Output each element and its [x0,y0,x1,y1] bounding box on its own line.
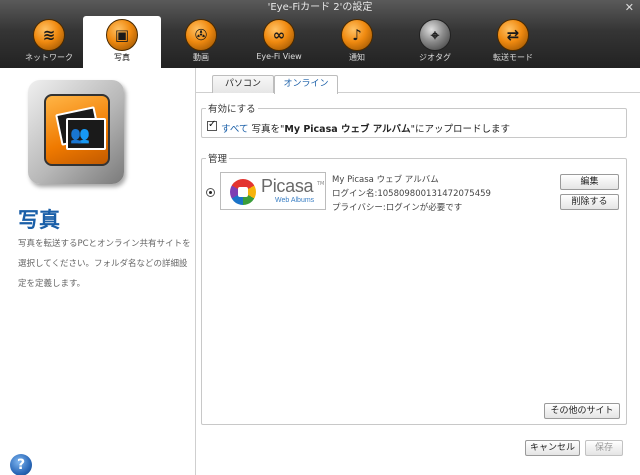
service-login: ログイン名:105809800131472075459 [332,189,491,199]
page-description: 写真を転送するPCとオンライン共有サイトを選択してください。フォルダ名などの詳細… [18,239,191,289]
toolbar-item-label: ネットワーク [25,53,73,62]
binoculars-icon: ∞ [263,19,295,51]
toolbar-item-label: Eye-Fi View [256,52,302,61]
tab-online[interactable]: オンライン [274,75,338,94]
cancel-button[interactable]: キャンセル [525,440,580,456]
all-link[interactable]: すべて [221,124,248,135]
other-sites-button[interactable]: その他のサイト [544,403,620,419]
toolbar-item-video[interactable]: ✇ 動画 [162,16,240,68]
enable-legend: 有効にする [206,101,258,115]
page-title: 写真 [18,208,60,232]
toolbar-item-geotag[interactable]: ⌖ ジオタグ [396,16,474,68]
manage-legend: 管理 [206,151,230,165]
toolbar-item-label: 写真 [114,53,130,62]
toolbar-item-label: ジオタグ [419,53,451,62]
geotag-icon: ⌖ [419,19,451,51]
tab-pc[interactable]: パソコン [212,75,274,93]
picasa-pinwheel-icon [230,179,256,205]
close-icon[interactable]: ✕ [625,1,634,15]
delete-button[interactable]: 削除する [560,194,619,210]
toolbar-item-label: 動画 [193,53,209,62]
bell-icon: ♪ [341,19,373,51]
toolbar-item-label: 転送モード [493,53,533,62]
toolbar-item-notifications[interactable]: ♪ 通知 [318,16,396,68]
service-radio[interactable] [206,188,215,197]
left-panel: 👥 写真 写真を転送するPCとオンライン共有サイトを選択してください。フォルダ名… [0,68,196,475]
window-title: 'Eye-Fiカード 2'の設定 [267,2,373,13]
service-title: My Picasa ウェブ アルバム [332,175,439,185]
upload-description: すべて 写真を"My Picasa ウェブ アルバム"にアップロードします [221,124,511,135]
service-name: My Picasa ウェブ アルバム [284,124,411,135]
video-reel-icon: ✇ [185,19,217,51]
toolbar: ≋ ネットワーク ▣ 写真 ✇ 動画 ∞ Eye-Fi View ♪ 通知 ⌖ … [0,16,640,68]
upload-all-checkbox[interactable] [207,119,217,131]
picasa-logo: Picasa TM Web Albums [220,172,326,210]
top-bar: 'Eye-Fiカード 2'の設定 ✕ ≋ ネットワーク ▣ 写真 ✇ 動画 ∞ … [0,0,640,68]
save-button[interactable]: 保存 [585,440,623,456]
transfer-mode-icon: ⇄ [497,19,529,51]
service-privacy: プライバシー:ログインが必要です [332,203,463,213]
service-info: My Picasa ウェブ アルバム ログイン名:105809800131472… [332,173,491,215]
help-icon[interactable]: ? [10,454,32,475]
toolbar-item-photos[interactable]: ▣ 写真 [83,16,161,68]
toolbar-item-eyefi-view[interactable]: ∞ Eye-Fi View [240,16,318,68]
photos-large-icon: 👥 [28,80,128,188]
wifi-icon: ≋ [33,19,65,51]
photos-icon: ▣ [106,19,138,51]
toolbar-item-network[interactable]: ≋ ネットワーク [10,16,88,68]
toolbar-item-transfer-mode[interactable]: ⇄ 転送モード [474,16,552,68]
edit-button[interactable]: 編集 [560,174,619,190]
toolbar-item-label: 通知 [349,53,365,62]
